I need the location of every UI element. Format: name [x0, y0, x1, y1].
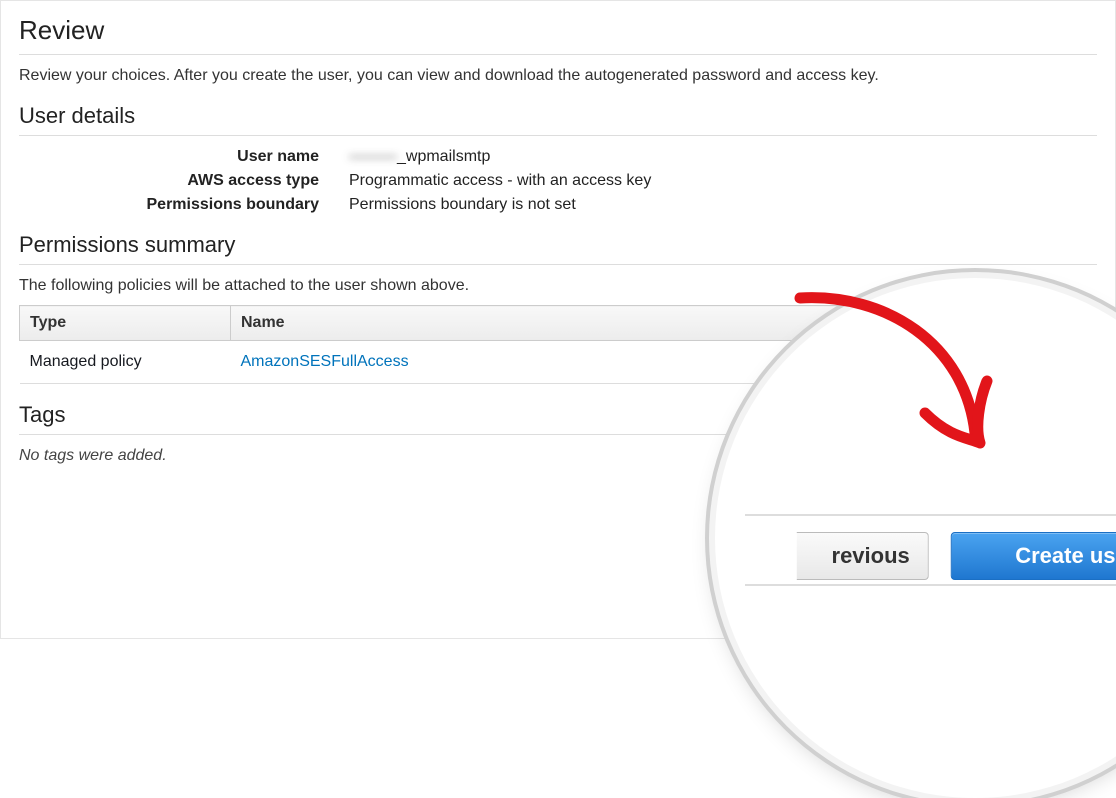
divider [19, 135, 1097, 136]
permissions-boundary-value: Permissions boundary is not set [349, 196, 1097, 214]
permissions-boundary-row: Permissions boundary Permissions boundar… [19, 196, 1097, 214]
policies-col-type: Type [20, 306, 231, 341]
previous-button[interactable]: revious [775, 532, 929, 580]
divider [19, 264, 1097, 265]
review-heading: Review [19, 15, 1097, 46]
divider [19, 54, 1097, 55]
permissions-boundary-label: Permissions boundary [19, 196, 349, 214]
user-name-label: User name [19, 148, 349, 166]
user-name-value: ———_wpmailsmtp [349, 148, 1097, 166]
policy-name-link[interactable]: AmazonSESFullAccess [241, 353, 409, 370]
review-description: Review your choices. After you create th… [19, 67, 1097, 85]
user-name-redacted: ——— [349, 148, 397, 166]
user-name-row: User name ———_wpmailsmtp [19, 148, 1097, 166]
user-name-suffix: _wpmailsmtp [397, 148, 490, 165]
access-type-row: AWS access type Programmatic access - wi… [19, 172, 1097, 190]
access-type-label: AWS access type [19, 172, 349, 190]
create-user-button[interactable]: Create user [951, 532, 1116, 580]
permissions-summary-heading: Permissions summary [19, 232, 1097, 258]
access-type-value: Programmatic access - with an access key [349, 172, 1097, 190]
magnifier-annotation: revious Create user [715, 278, 1116, 798]
user-details-heading: User details [19, 103, 1097, 129]
policy-type: Managed policy [20, 341, 231, 384]
